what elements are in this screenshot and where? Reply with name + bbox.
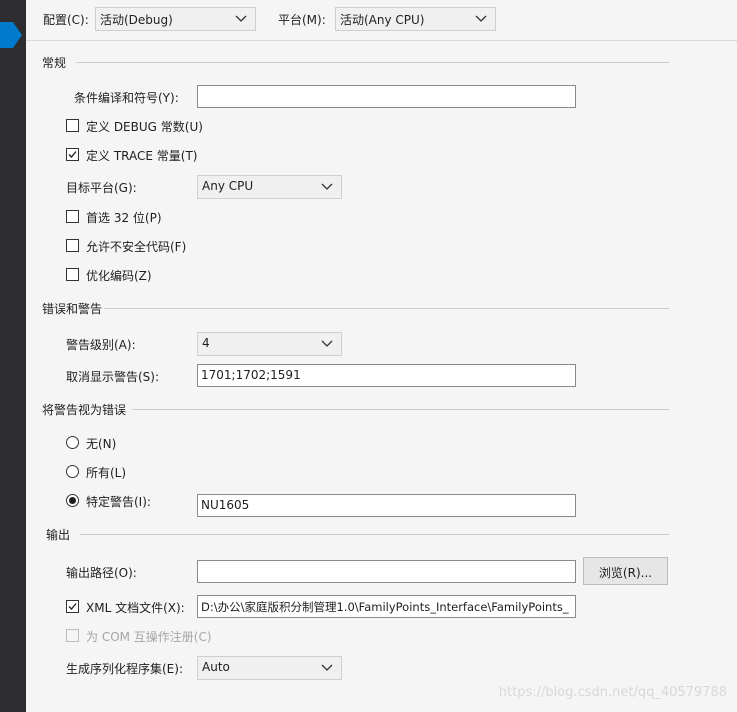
section-output: 输出 bbox=[42, 527, 669, 542]
platform-dropdown-value: 活动(Any CPU) bbox=[340, 13, 425, 27]
allow-unsafe-label: 允许不安全代码(F) bbox=[86, 240, 187, 254]
section-title-output: 输出 bbox=[46, 528, 71, 542]
checkbox-box[interactable] bbox=[66, 239, 79, 252]
section-title-errors: 错误和警告 bbox=[42, 302, 103, 316]
checkbox-box[interactable] bbox=[66, 148, 79, 161]
selected-tab-marker bbox=[0, 22, 22, 48]
divider bbox=[104, 308, 669, 309]
output-path-label: 输出路径(O): bbox=[66, 566, 137, 580]
checkmark-icon bbox=[68, 151, 77, 158]
treat-specific-radio[interactable]: 特定警告(I): bbox=[66, 493, 186, 511]
define-debug-label: 定义 DEBUG 常数(U) bbox=[86, 120, 203, 134]
output-path-input[interactable] bbox=[197, 560, 576, 583]
section-title-treat-warnings: 将警告视为错误 bbox=[42, 403, 127, 417]
suppress-warnings-label: 取消显示警告(S): bbox=[66, 370, 160, 384]
optimize-label: 优化编码(Z) bbox=[86, 269, 152, 283]
chevron-down-icon bbox=[235, 12, 247, 24]
serialization-value: Auto bbox=[202, 660, 230, 674]
xml-doc-label: XML 文档文件(X): bbox=[86, 601, 185, 615]
config-dropdown[interactable]: 活动(Debug) bbox=[95, 7, 256, 31]
browse-button[interactable]: 浏览(R)... bbox=[583, 557, 668, 585]
section-errors-warnings: 错误和警告 bbox=[42, 301, 669, 316]
checkbox-box[interactable] bbox=[66, 600, 79, 613]
xml-doc-path-input[interactable]: D:\办公\家庭版积分制管理1.0\FamilyPoints_Interface… bbox=[197, 595, 576, 618]
serialization-dropdown[interactable]: Auto bbox=[197, 656, 342, 680]
com-interop-checkbox: 为 COM 互操作注册(C) bbox=[66, 628, 266, 646]
radio-circle[interactable] bbox=[66, 494, 79, 507]
treat-all-radio[interactable]: 所有(L) bbox=[66, 464, 186, 482]
checkbox-box[interactable] bbox=[66, 210, 79, 223]
define-debug-checkbox[interactable]: 定义 DEBUG 常数(U) bbox=[66, 118, 266, 136]
platform-label: 平台(M): bbox=[278, 13, 326, 27]
checkbox-box bbox=[66, 629, 79, 642]
section-general: 常规 bbox=[42, 55, 669, 70]
define-trace-label: 定义 TRACE 常量(T) bbox=[86, 149, 198, 163]
radio-circle[interactable] bbox=[66, 465, 79, 478]
config-dropdown-value: 活动(Debug) bbox=[100, 13, 173, 27]
conditional-symbols-label: 条件编译和符号(Y): bbox=[74, 91, 179, 105]
suppress-warnings-input[interactable]: 1701;1702;1591 bbox=[197, 364, 576, 387]
optimize-checkbox[interactable]: 优化编码(Z) bbox=[66, 267, 266, 285]
com-interop-label: 为 COM 互操作注册(C) bbox=[86, 630, 212, 644]
allow-unsafe-checkbox[interactable]: 允许不安全代码(F) bbox=[66, 238, 266, 256]
chevron-down-icon bbox=[321, 337, 333, 349]
watermark-text: https://blog.csdn.net/qq_40579788 bbox=[498, 685, 727, 700]
checkmark-icon bbox=[68, 603, 77, 610]
divider bbox=[76, 62, 669, 63]
platform-target-label: 目标平台(G): bbox=[66, 181, 137, 195]
platform-target-dropdown[interactable]: Any CPU bbox=[197, 175, 342, 199]
checkbox-box[interactable] bbox=[66, 268, 79, 281]
left-sidebar bbox=[0, 0, 26, 712]
serialization-label: 生成序列化程序集(E): bbox=[66, 662, 183, 676]
define-trace-checkbox[interactable]: 定义 TRACE 常量(T) bbox=[66, 147, 266, 165]
specific-warnings-input[interactable]: NU1605 bbox=[197, 494, 576, 517]
section-title-general: 常规 bbox=[42, 56, 67, 70]
warning-level-label: 警告级别(A): bbox=[66, 338, 136, 352]
treat-none-label: 无(N) bbox=[86, 437, 117, 451]
radio-circle[interactable] bbox=[66, 436, 79, 449]
conditional-symbols-input[interactable] bbox=[197, 85, 576, 108]
config-label: 配置(C): bbox=[43, 13, 89, 27]
xml-doc-checkbox[interactable]: XML 文档文件(X): bbox=[66, 599, 191, 617]
radio-selected-dot bbox=[69, 497, 76, 504]
treat-none-radio[interactable]: 无(N) bbox=[66, 435, 186, 453]
checkbox-box[interactable] bbox=[66, 119, 79, 132]
section-treat-warnings: 将警告视为错误 bbox=[42, 402, 669, 417]
treat-specific-label: 特定警告(I): bbox=[86, 495, 151, 509]
prefer32-label: 首选 32 位(P) bbox=[86, 211, 162, 225]
divider bbox=[80, 534, 669, 535]
chevron-down-icon bbox=[321, 661, 333, 673]
platform-target-value: Any CPU bbox=[202, 179, 254, 193]
platform-dropdown[interactable]: 活动(Any CPU) bbox=[335, 7, 496, 31]
warning-level-dropdown[interactable]: 4 bbox=[197, 332, 342, 356]
prefer32-checkbox[interactable]: 首选 32 位(P) bbox=[66, 209, 266, 227]
warning-level-value: 4 bbox=[202, 336, 210, 350]
divider bbox=[132, 409, 669, 410]
chevron-down-icon bbox=[475, 12, 487, 24]
chevron-down-icon bbox=[321, 180, 333, 192]
treat-all-label: 所有(L) bbox=[86, 466, 127, 480]
